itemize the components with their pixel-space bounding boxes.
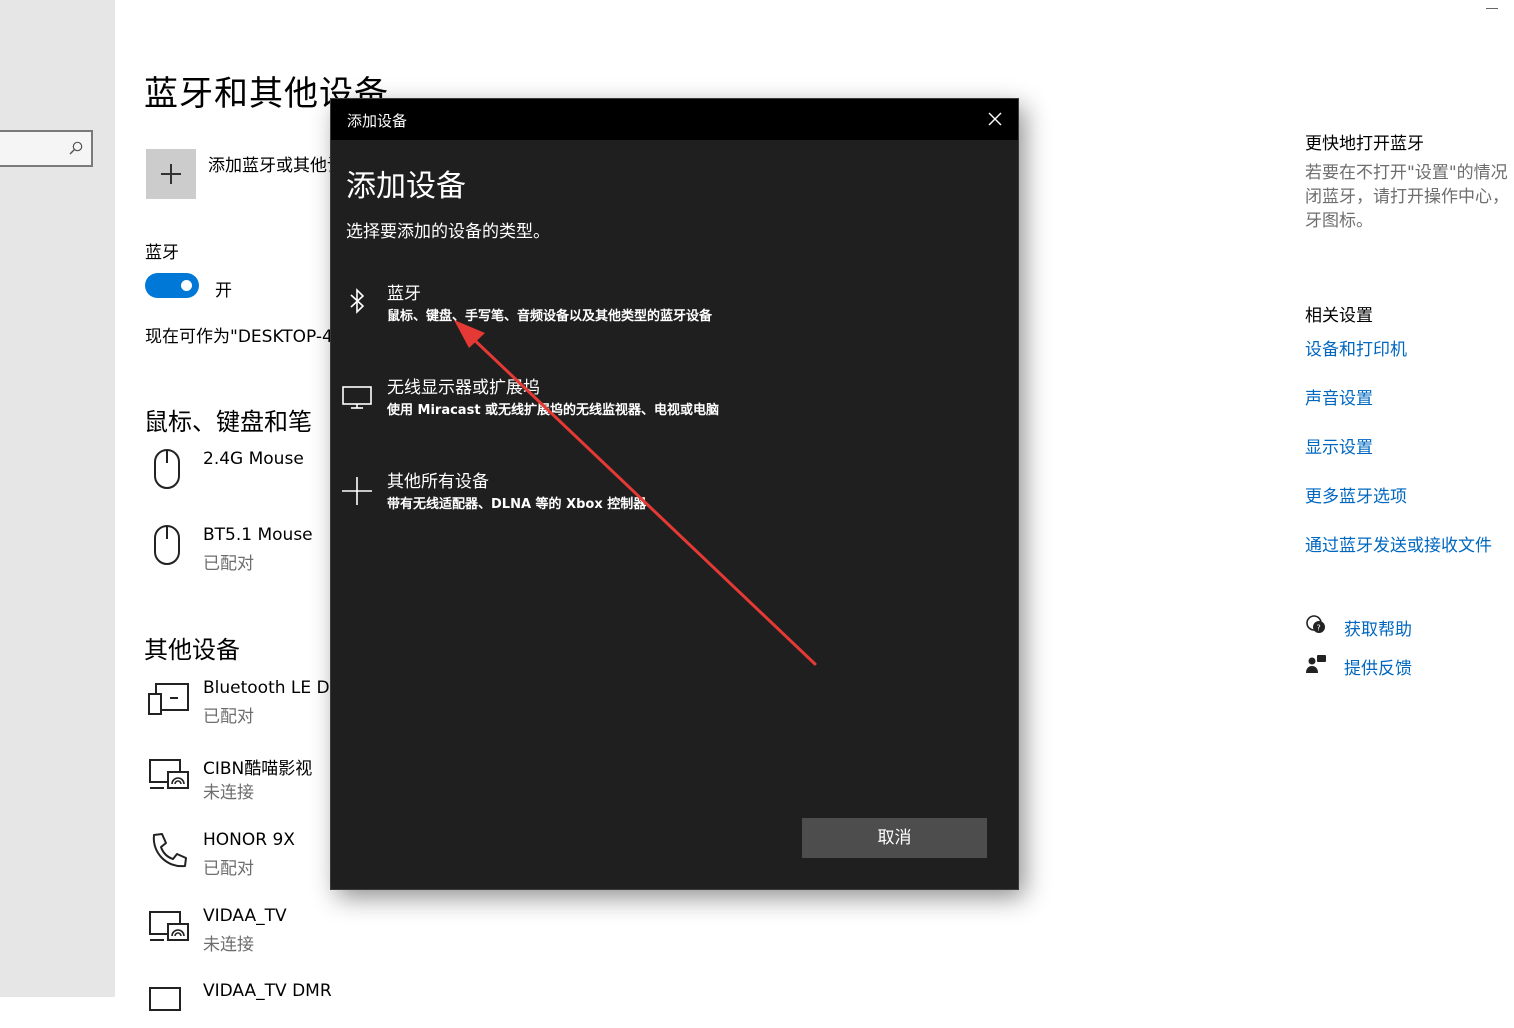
link-sound-settings[interactable]: 声音设置 [1305, 384, 1373, 409]
cancel-button[interactable]: 取消 [802, 818, 987, 858]
bluetooth-toggle[interactable] [145, 273, 199, 298]
option-title: 其他所有设备 [387, 472, 489, 492]
mouse-icon [154, 525, 180, 565]
section-other-devices: 其他设备 [144, 636, 240, 664]
close-button[interactable] [972, 99, 1018, 140]
device-status: 未连接 [203, 935, 254, 955]
device-name[interactable]: VIDAA_TV [203, 906, 287, 926]
give-feedback-link[interactable]: 提供反馈 [1344, 654, 1412, 679]
dialog-window-title: 添加设备 [347, 112, 408, 130]
dialog-subheading: 选择要添加的设备的类型。 [346, 222, 550, 242]
feedback-icon [1306, 655, 1326, 673]
link-devices-printers[interactable]: 设备和打印机 [1305, 335, 1407, 360]
dialog-heading: 添加设备 [346, 169, 466, 204]
related-settings-title: 相关设置 [1305, 306, 1373, 326]
dialog-titlebar: 添加设备 [331, 99, 1018, 140]
plus-icon [342, 477, 372, 505]
option-description: 使用 Miracast 或无线扩展坞的无线监视器、电视或电脑 [387, 403, 720, 418]
mouse-icon [154, 449, 180, 489]
bluetooth-icon [350, 288, 365, 314]
discoverable-text: 现在可作为"DESKTOP-4I [145, 327, 338, 347]
wireless-display-icon [149, 987, 181, 1011]
link-more-bluetooth-options[interactable]: 更多蓝牙选项 [1305, 482, 1407, 507]
close-icon [988, 112, 1002, 126]
minimize-button[interactable] [1486, 8, 1498, 9]
left-nav-pane [0, 0, 115, 997]
device-status: 已配对 [203, 707, 254, 727]
help-icon: ? [1306, 615, 1325, 633]
option-wireless-display[interactable]: 无线显示器或扩展坞 使用 Miracast 或无线扩展坞的无线监视器、电视或电脑 [331, 373, 1018, 443]
wireless-display-icon [149, 759, 189, 789]
option-everything-else[interactable]: 其他所有设备 带有无线适配器、DLNA 等的 Xbox 控制器 [331, 467, 1018, 537]
link-display-settings[interactable]: 显示设置 [1305, 433, 1373, 458]
wireless-display-icon [149, 911, 189, 941]
device-status: 已配对 [203, 554, 254, 574]
monitor-icon [342, 386, 372, 409]
bluetooth-heading: 蓝牙 [145, 243, 179, 263]
option-description: 鼠标、键盘、手写笔、音频设备以及其他类型的蓝牙设备 [387, 309, 713, 324]
link-bluetooth-file-transfer[interactable]: 通过蓝牙发送或接收文件 [1305, 531, 1492, 556]
quick-bluetooth-title: 更快地打开蓝牙 [1305, 134, 1424, 154]
device-name[interactable]: HONOR 9X [203, 830, 295, 850]
device-name[interactable]: VIDAA_TV DMR [203, 981, 332, 1001]
search-input[interactable] [0, 130, 93, 167]
get-help-link[interactable]: 获取帮助 [1344, 615, 1412, 640]
option-bluetooth[interactable]: 蓝牙 鼠标、键盘、手写笔、音频设备以及其他类型的蓝牙设备 [331, 279, 1018, 349]
device-status: 已配对 [203, 859, 254, 879]
quick-bluetooth-text: 若要在不打开"设置"的情况 闭蓝牙，请打开操作中心， 牙图标。 [1305, 163, 1509, 231]
option-title: 无线显示器或扩展坞 [387, 378, 540, 398]
device-name[interactable]: Bluetooth LE Dev [203, 678, 350, 698]
device-name[interactable]: 2.4G Mouse [203, 449, 304, 469]
section-mouse-keyboard-pen: 鼠标、键盘和笔 [144, 408, 312, 436]
option-title: 蓝牙 [387, 284, 421, 304]
toggle-state-label: 开 [215, 281, 232, 301]
svg-text:?: ? [1317, 624, 1321, 633]
device-status: 未连接 [203, 783, 254, 803]
add-device-button[interactable] [146, 149, 196, 199]
phone-icon [152, 833, 187, 868]
tablet-device-icon [148, 683, 189, 715]
search-icon [69, 141, 83, 155]
add-device-dialog: 添加设备 添加设备 选择要添加的设备的类型。 蓝牙 鼠标、键盘、手写笔、音频设备… [331, 99, 1018, 889]
device-name[interactable]: CIBN酷喵影视 [203, 754, 312, 779]
option-description: 带有无线适配器、DLNA 等的 Xbox 控制器 [387, 497, 647, 512]
device-name[interactable]: BT5.1 Mouse [203, 525, 313, 545]
